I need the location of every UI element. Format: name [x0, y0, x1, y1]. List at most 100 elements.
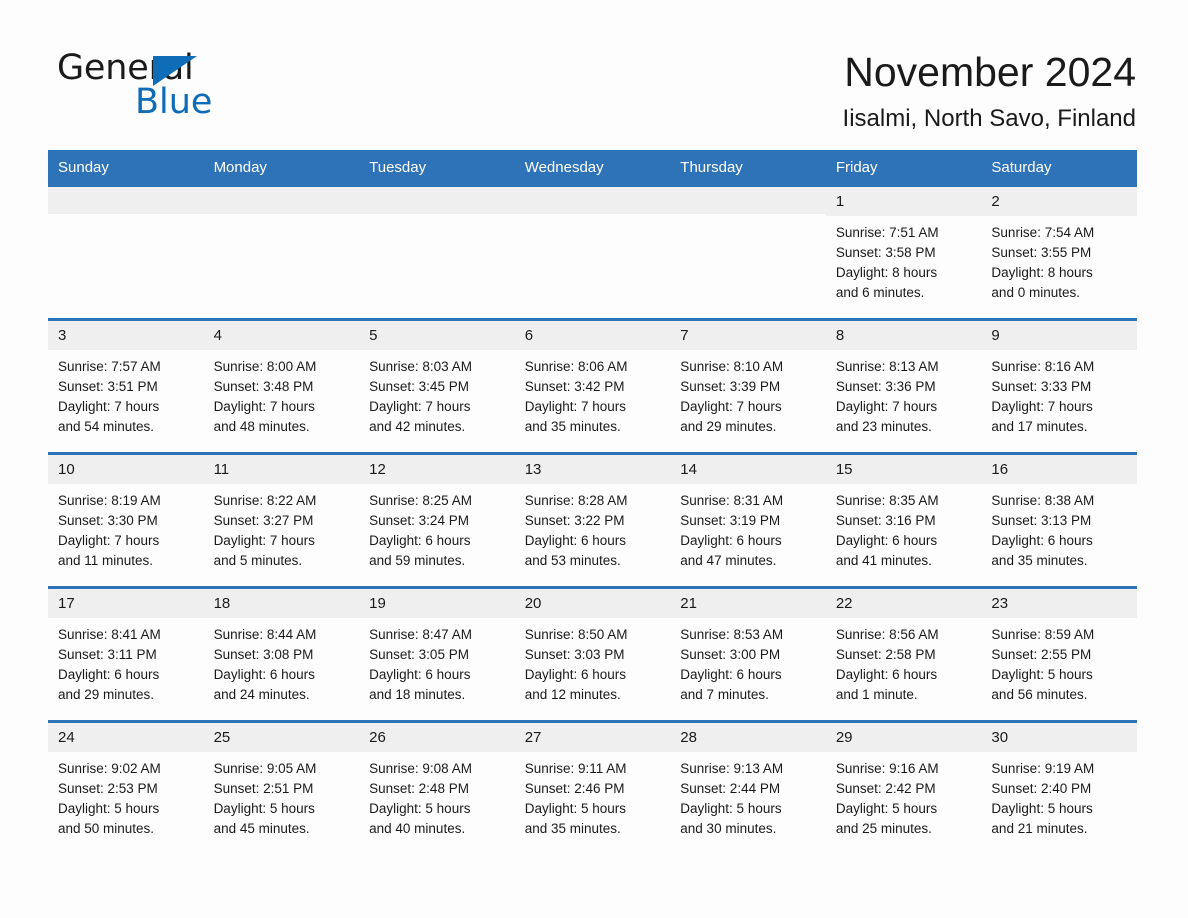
calendar-day-cell[interactable]: 6 Sunrise: 8:06 AM Sunset: 3:42 PM Daylight…: [514, 320, 671, 452]
daylight-line-1-text: Daylight: 5 hours: [524, 800, 627, 816]
day-details: Sunrise: 8:56 AM Sunset: 2:58 PM Daylight:…: [826, 618, 982, 705]
calendar-day-cell[interactable]: 11 Sunrise: 8:22 AM Sunset: 3:27 PM Dayligh…: [203, 454, 360, 586]
daylight-line-2-text: and 35 minutes.: [524, 418, 621, 434]
daylight-line-2-text: and 24 minutes.: [213, 686, 310, 702]
daylight-line-1-text: Daylight: 7 hours: [213, 532, 315, 548]
calendar-day-cell[interactable]: 8 Sunrise: 8:13 AM Sunset: 3:36 PM Daylight…: [825, 320, 982, 452]
daylight-line-2-text: and 7 minutes.: [680, 686, 769, 702]
daylight-line-1-text: Daylight: 7 hours: [213, 398, 315, 414]
calendar-day-cell[interactable]: 5 Sunrise: 8:03 AM Sunset: 3:45 PM Daylight…: [359, 320, 515, 452]
calendar-day-cell[interactable]: 14 Sunrise: 8:31 AM Sunset: 3:19 PM Dayligh…: [670, 454, 826, 586]
sunrise-text: Sunrise: 8:22 AM: [213, 493, 317, 508]
sunset-text: Sunset: 3:39 PM: [680, 378, 781, 394]
day-details: Sunrise: 9:19 AM Sunset: 2:40 PM Daylight:…: [981, 752, 1137, 839]
day-number: 26: [359, 722, 515, 752]
daylight-line-1-text: Daylight: 6 hours: [369, 532, 471, 548]
calendar-day-cell[interactable]: 2 Sunrise: 7:54 AM Sunset: 3:55 PM Daylight…: [981, 186, 1137, 318]
sunrise-text: Sunrise: 7:57 AM: [58, 359, 161, 374]
calendar-day-cell[interactable]: 21 Sunrise: 8:53 AM Sunset: 3:00 PM Dayligh…: [670, 588, 826, 720]
sunrise-text: Sunrise: 8:38 AM: [991, 493, 1095, 508]
daylight-line-2-text: and 23 minutes.: [835, 418, 932, 434]
sunset-text: Sunset: 2:46 PM: [524, 780, 625, 796]
calendar-day-cell[interactable]: 30 Sunrise: 9:19 AM Sunset: 2:40 PM Dayligh…: [981, 722, 1137, 854]
daylight-line-2-text: and 59 minutes.: [369, 552, 466, 568]
daylight-line-2-text: and 45 minutes.: [213, 820, 310, 836]
calendar-day-cell[interactable]: 29 Sunrise: 9:16 AM Sunset: 2:42 PM Dayligh…: [825, 722, 982, 854]
day-number: [514, 186, 671, 214]
daylight-line-2-text: and 5 minutes.: [213, 552, 303, 568]
calendar-day-cell[interactable]: 1 Sunrise: 7:51 AM Sunset: 3:58 PM Daylight…: [825, 186, 982, 318]
calendar-day-cell[interactable]: 17 Sunrise: 8:41 AM Sunset: 3:11 PM Dayligh…: [48, 588, 204, 720]
day-details: Sunrise: 8:38 AM Sunset: 3:13 PM Daylight:…: [981, 484, 1137, 571]
day-number: 22: [825, 588, 982, 618]
daylight-line-2-text: and 21 minutes.: [991, 820, 1088, 836]
day-number: 21: [670, 588, 826, 618]
day-details: Sunrise: 8:35 AM Sunset: 3:16 PM Daylight:…: [826, 484, 982, 571]
day-number: 27: [514, 722, 671, 752]
daylight-line-1-text: Daylight: 5 hours: [991, 666, 1093, 682]
calendar-day-cell[interactable]: 22 Sunrise: 8:56 AM Sunset: 2:58 PM Dayligh…: [825, 588, 982, 720]
calendar-day-cell[interactable]: 10 Sunrise: 8:19 AM Sunset: 3:30 PM Dayligh…: [48, 454, 204, 586]
daylight-line-2-text: and 30 minutes.: [680, 820, 777, 836]
daylight-line-2-text: and 54 minutes.: [58, 418, 155, 434]
calendar-day-cell[interactable]: 9 Sunrise: 8:16 AM Sunset: 3:33 PM Daylight…: [981, 320, 1137, 452]
daylight-line-1-text: Daylight: 6 hours: [680, 532, 782, 548]
calendar-day-cell-empty: [48, 186, 204, 318]
day-number: 10: [48, 454, 204, 484]
daylight-line-2-text: and 6 minutes.: [835, 284, 925, 300]
daylight-line-2-text: and 48 minutes.: [213, 418, 310, 434]
day-details: Sunrise: 8:03 AM Sunset: 3:45 PM Daylight:…: [359, 350, 515, 437]
calendar-day-cell[interactable]: 18 Sunrise: 8:44 AM Sunset: 3:08 PM Dayligh…: [203, 588, 360, 720]
day-details: Sunrise: 7:57 AM Sunset: 3:51 PM Daylight:…: [48, 350, 204, 437]
calendar-day-cell[interactable]: 3 Sunrise: 7:57 AM Sunset: 3:51 PM Daylight…: [48, 320, 204, 452]
sunset-text: Sunset: 2:48 PM: [369, 780, 469, 796]
sunrise-text: Sunrise: 8:35 AM: [835, 493, 939, 508]
day-number: 30: [981, 722, 1137, 752]
calendar-day-cell[interactable]: 12 Sunrise: 8:25 AM Sunset: 3:24 PM Dayligh…: [359, 454, 515, 586]
sunrise-text: Sunrise: 8:03 AM: [369, 359, 472, 374]
calendar-day-cell[interactable]: 23 Sunrise: 8:59 AM Sunset: 2:55 PM Dayligh…: [981, 588, 1137, 720]
day-details: Sunrise: 8:31 AM Sunset: 3:19 PM Daylight:…: [670, 484, 826, 571]
daylight-line-1-text: Daylight: 7 hours: [680, 398, 782, 414]
weekday-header-sunday: Sunday: [58, 159, 109, 176]
daylight-line-2-text: and 12 minutes.: [524, 686, 621, 702]
sunrise-text: Sunrise: 9:13 AM: [680, 761, 784, 776]
sunrise-text: Sunrise: 8:50 AM: [524, 627, 628, 642]
day-number: [670, 186, 826, 214]
calendar-day-cell[interactable]: 25 Sunrise: 9:05 AM Sunset: 2:51 PM Dayligh…: [203, 722, 360, 854]
day-number: 18: [203, 588, 360, 618]
calendar-day-cell[interactable]: 27 Sunrise: 9:11 AM Sunset: 2:46 PM Dayligh…: [514, 722, 671, 854]
day-number: [203, 186, 360, 214]
calendar-day-cell[interactable]: 24 Sunrise: 9:02 AM Sunset: 2:53 PM Dayligh…: [48, 722, 204, 854]
sunset-text: Sunset: 3:55 PM: [991, 244, 1092, 260]
daylight-line-1-text: Daylight: 6 hours: [524, 666, 627, 682]
day-number: 14: [670, 454, 826, 484]
calendar-day-cell[interactable]: 7 Sunrise: 8:10 AM Sunset: 3:39 PM Daylight…: [670, 320, 826, 452]
calendar-day-cell[interactable]: 4 Sunrise: 8:00 AM Sunset: 3:48 PM Daylight…: [203, 320, 360, 452]
day-number: [48, 186, 204, 214]
sunset-text: Sunset: 2:51 PM: [213, 780, 314, 796]
calendar-week-row: 3 Sunrise: 7:57 AM Sunset: 3:51 PM Daylight…: [48, 317, 1137, 452]
sunset-text: Sunset: 3:30 PM: [58, 512, 158, 528]
weekday-header-friday: Friday: [835, 159, 878, 176]
sunrise-text: Sunrise: 8:13 AM: [835, 359, 939, 374]
calendar-day-cell[interactable]: 19 Sunrise: 8:47 AM Sunset: 3:05 PM Dayligh…: [359, 588, 515, 720]
calendar-day-cell[interactable]: 20 Sunrise: 8:50 AM Sunset: 3:03 PM Dayligh…: [514, 588, 671, 720]
calendar-day-cell[interactable]: 13 Sunrise: 8:28 AM Sunset: 3:22 PM Dayligh…: [514, 454, 671, 586]
sunset-text: Sunset: 2:58 PM: [835, 646, 936, 662]
day-details: Sunrise: 9:08 AM Sunset: 2:48 PM Daylight:…: [359, 752, 515, 839]
day-number: 1: [825, 186, 982, 216]
sunrise-text: Sunrise: 9:02 AM: [58, 761, 161, 776]
daylight-line-1-text: Daylight: 6 hours: [369, 666, 471, 682]
generalblue-logo[interactable]: General Blue: [57, 48, 257, 128]
daylight-line-2-text: and 29 minutes.: [58, 686, 155, 702]
calendar-day-cell[interactable]: 15 Sunrise: 8:35 AM Sunset: 3:16 PM Dayligh…: [825, 454, 982, 586]
daylight-line-2-text: and 18 minutes.: [369, 686, 466, 702]
day-details: Sunrise: 9:11 AM Sunset: 2:46 PM Daylight:…: [515, 752, 671, 839]
sunrise-text: Sunrise: 8:19 AM: [58, 493, 161, 508]
calendar-day-cell[interactable]: 26 Sunrise: 9:08 AM Sunset: 2:48 PM Dayligh…: [359, 722, 515, 854]
daylight-line-2-text: and 0 minutes.: [991, 284, 1080, 300]
calendar-day-cell[interactable]: 28 Sunrise: 9:13 AM Sunset: 2:44 PM Dayligh…: [670, 722, 826, 854]
calendar-day-cell[interactable]: 16 Sunrise: 8:38 AM Sunset: 3:13 PM Dayligh…: [981, 454, 1137, 586]
day-details: Sunrise: 9:16 AM Sunset: 2:42 PM Daylight:…: [826, 752, 982, 839]
